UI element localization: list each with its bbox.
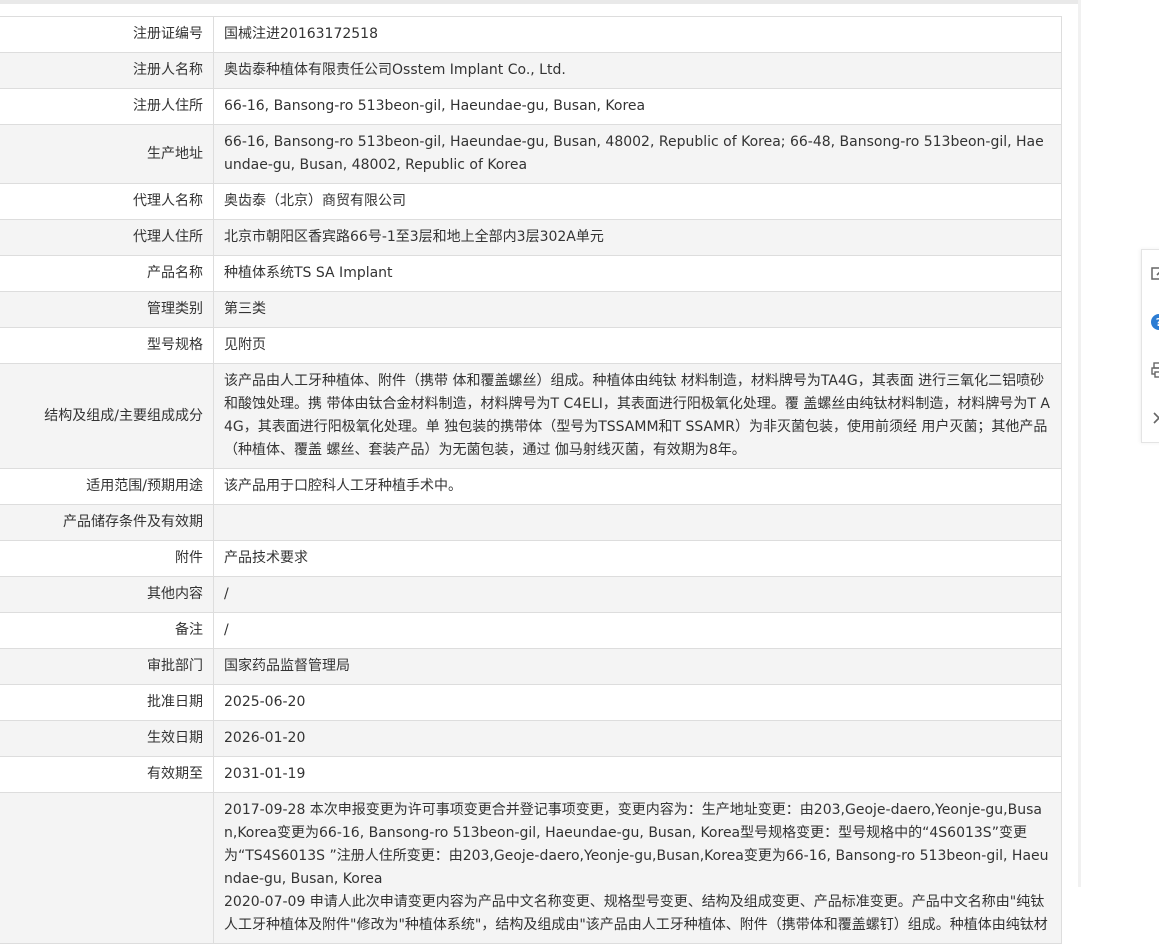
change-entry: 2017-09-28 本次申报变更为许可事项变更合并登记事项变更，变更内容为：生… [224,802,1049,887]
row-label: 产品储存条件及有效期 [0,504,214,541]
table-row: 审批部门 国家药品监督管理局 [0,648,1062,685]
row-label: 备注 [0,612,214,649]
row-value: 2031-01-19 [213,756,1062,793]
table-row: 备注 / [0,612,1062,649]
row-value: 奥齿泰（北京）商贸有限公司 [213,183,1062,220]
table-row: 管理类别 第三类 [0,291,1062,328]
print-icon[interactable] [1149,360,1159,380]
table-row: 代理人住所 北京市朝阳区香宾路66号-1至3层和地上全部内3层302A单元 [0,219,1062,256]
row-label: 批准日期 [0,684,214,721]
table-row: 生产地址 66-16, Bansong-ro 513beon-gil, Haeun… [0,124,1062,184]
row-value: / [213,612,1062,649]
row-label: 审批部门 [0,648,214,685]
table-row: 产品名称 种植体系统TS SA Implant [0,255,1062,292]
row-label: 有效期至 [0,756,214,793]
row-label: 代理人住所 [0,219,214,256]
row-value: 该产品由人工牙种植体、附件（携带 体和覆盖螺丝）组成。种植体由纯钛 材料制造，材… [213,363,1062,469]
row-value: 国家药品监督管理局 [213,648,1062,685]
row-label: 产品名称 [0,255,214,292]
row-label: 生产地址 [0,124,214,184]
row-value: 该产品用于口腔科人工牙种植手术中。 [213,468,1062,505]
help-icon[interactable]: ? [1149,312,1159,332]
row-label: 代理人名称 [0,183,214,220]
row-label: 生效日期 [0,720,214,757]
row-label: 管理类别 [0,291,214,328]
row-value: 产品技术要求 [213,540,1062,577]
row-value: 北京市朝阳区香宾路66号-1至3层和地上全部内3层302A单元 [213,219,1062,256]
change-history-value: 2017-09-28 本次申报变更为许可事项变更合并登记事项变更，变更内容为：生… [213,792,1062,944]
table-row: 型号规格 见附页 [0,327,1062,364]
table-row: 适用范围/预期用途 该产品用于口腔科人工牙种植手术中。 [0,468,1062,505]
row-value: 66-16, Bansong-ro 513beon-gil, Haeundae-… [213,88,1062,125]
floating-toolbar: ? [1141,249,1159,443]
change-history-label [0,792,214,944]
row-label: 型号规格 [0,327,214,364]
table-row: 结构及组成/主要组成成分 该产品由人工牙种植体、附件（携带 体和覆盖螺丝）组成。种… [0,363,1062,469]
table-row: 注册人住所 66-16, Bansong-ro 513beon-gil, Haeu… [0,88,1062,125]
table-row: 生效日期 2026-01-20 [0,720,1062,757]
change-history-row: 2017-09-28 本次申报变更为许可事项变更合并登记事项变更，变更内容为：生… [0,792,1062,944]
row-value: 国械注进20163172518 [213,16,1062,53]
row-label: 适用范围/预期用途 [0,468,214,505]
row-value: 见附页 [213,327,1062,364]
row-value [213,504,1062,541]
table-row: 批准日期 2025-06-20 [0,684,1062,721]
detail-rows: 注册证编号 国械注进20163172518 注册人名称 奥齿泰种植体有限责任公司Oss… [0,16,1062,944]
table-row: 其他内容 / [0,576,1062,613]
table-row: 代理人名称 奥齿泰（北京）商贸有限公司 [0,183,1062,220]
table-row: 产品储存条件及有效期 [0,504,1062,541]
row-label: 注册人住所 [0,88,214,125]
row-label: 注册人名称 [0,52,214,89]
table-row: 注册人名称 奥齿泰种植体有限责任公司Osstem Implant Co., Ltd… [0,52,1062,89]
row-value: 种植体系统TS SA Implant [213,255,1062,292]
top-scroll-shadow [0,0,1080,4]
row-value: 奥齿泰种植体有限责任公司Osstem Implant Co., Ltd. [213,52,1062,89]
row-value: 2026-01-20 [213,720,1062,757]
table-row: 注册证编号 国械注进20163172518 [0,16,1062,53]
change-entry: 2020-07-09 申请人此次申请变更内容为产品中文名称变更、规格型号变更、结… [224,894,1048,933]
edit-icon[interactable] [1149,263,1159,283]
row-label: 附件 [0,540,214,577]
registration-detail-table: 注册证编号 国械注进20163172518 注册人名称 奥齿泰种植体有限责任公司Oss… [0,16,1062,944]
table-row: 有效期至 2031-01-19 [0,756,1062,793]
close-icon[interactable] [1149,408,1159,428]
row-value: / [213,576,1062,613]
row-label: 注册证编号 [0,16,214,53]
row-value: 2025-06-20 [213,684,1062,721]
row-label: 其他内容 [0,576,214,613]
row-label: 结构及组成/主要组成成分 [0,363,214,469]
row-value: 第三类 [213,291,1062,328]
table-row: 附件 产品技术要求 [0,540,1062,577]
row-value: 66-16, Bansong-ro 513beon-gil, Haeundae-… [213,124,1062,184]
content-edge [1078,0,1081,887]
